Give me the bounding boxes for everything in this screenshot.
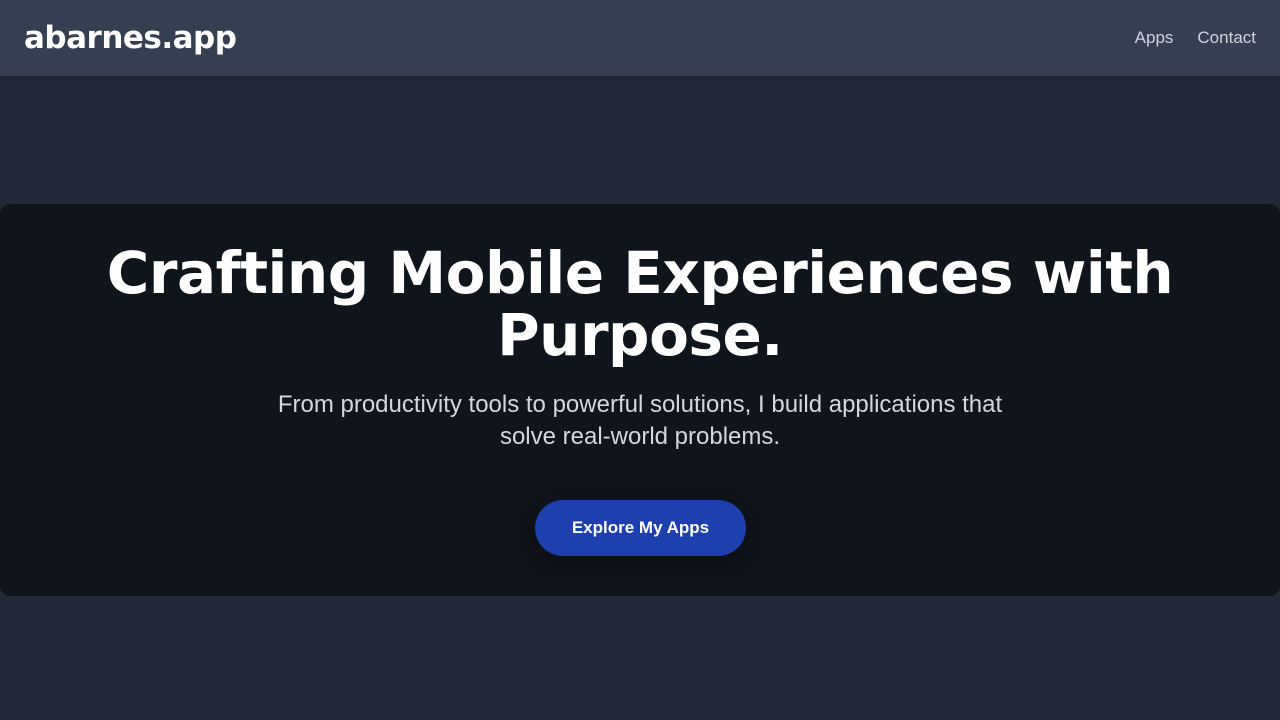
top-navigation-bar: abarnes.app Apps Contact xyxy=(0,0,1280,76)
hero-title: Crafting Mobile Experiences with Purpose… xyxy=(106,239,1174,369)
nav-link-apps[interactable]: Apps xyxy=(1135,28,1174,48)
nav-link-contact[interactable]: Contact xyxy=(1197,28,1256,48)
explore-apps-button[interactable]: Explore My Apps xyxy=(535,500,746,556)
hero-subtitle: From productivity tools to powerful solu… xyxy=(277,391,1003,450)
main-nav: Apps Contact xyxy=(1135,28,1256,48)
hero-section: Crafting Mobile Experiences with Purpose… xyxy=(0,204,1280,596)
site-logo-link[interactable]: abarnes.app xyxy=(24,20,237,56)
